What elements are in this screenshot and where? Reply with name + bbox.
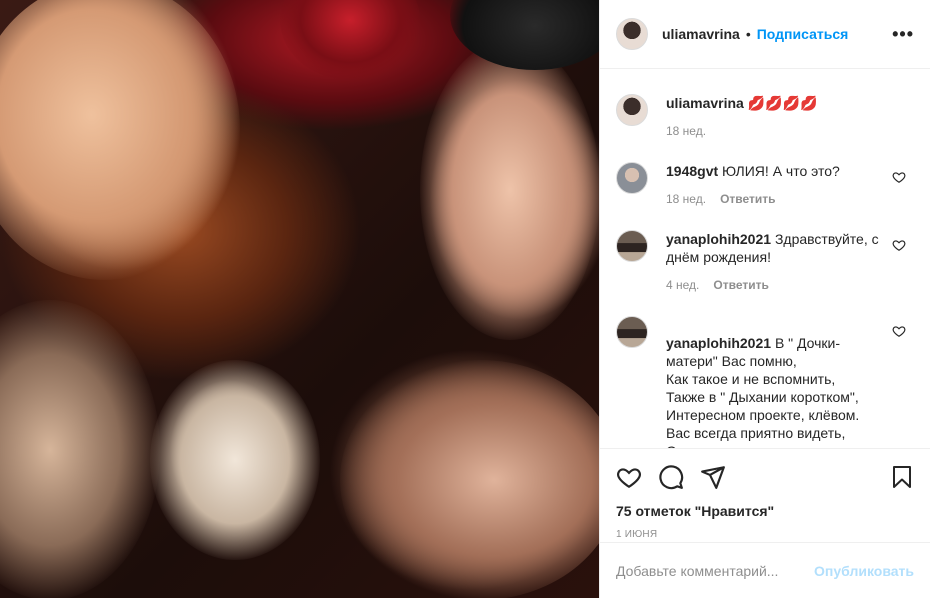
comment-text: ЮЛИЯ! А что это? bbox=[722, 163, 840, 179]
comment-input[interactable]: Добавьте комментарий... bbox=[616, 563, 814, 579]
like-heart-icon[interactable] bbox=[616, 464, 642, 490]
like-comment-heart-icon[interactable] bbox=[892, 238, 906, 252]
caption-text: 💋💋💋💋 bbox=[747, 95, 818, 111]
author-avatar[interactable] bbox=[616, 18, 648, 50]
publish-button[interactable]: Опубликовать bbox=[814, 563, 914, 579]
reply-button[interactable]: Ответить bbox=[720, 190, 775, 208]
add-comment-bar: Добавьте комментарий... Опубликовать bbox=[600, 542, 930, 598]
post-date[interactable]: 1 июня bbox=[616, 529, 914, 540]
reply-button[interactable]: Ответить bbox=[713, 276, 768, 294]
comment-time[interactable]: 4 нед. bbox=[666, 276, 699, 294]
caption-username[interactable]: uliamavrina bbox=[666, 95, 744, 111]
comments-list[interactable]: uliamavrina 💋💋💋💋 18 нед. 1948gvt ЮЛИЯ! А… bbox=[600, 70, 930, 448]
comment-item: yanaplohih2021 Здравствуйте, с днём рожд… bbox=[616, 230, 914, 294]
like-comment-heart-icon[interactable] bbox=[892, 170, 906, 184]
post-side-panel: uliamavrina • Подписаться ••• uliamavrin… bbox=[599, 0, 930, 598]
commenter-avatar[interactable] bbox=[616, 230, 648, 262]
caption-avatar[interactable] bbox=[616, 94, 648, 126]
comment-time[interactable]: 18 нед. bbox=[666, 190, 706, 208]
caption: uliamavrina 💋💋💋💋 18 нед. bbox=[616, 94, 914, 140]
comment-item: yanaplohih2021 В " Дочки-матери" Вас пом… bbox=[616, 316, 914, 448]
commenter-avatar[interactable] bbox=[616, 162, 648, 194]
post-header: uliamavrina • Подписаться ••• bbox=[600, 0, 930, 69]
commenter-username[interactable]: 1948gvt bbox=[666, 163, 718, 179]
share-paper-plane-icon[interactable] bbox=[700, 464, 726, 490]
commenter-avatar[interactable] bbox=[616, 316, 648, 348]
separator-dot: • bbox=[745, 26, 751, 42]
post-photo[interactable] bbox=[0, 0, 599, 598]
comment-item: 1948gvt ЮЛИЯ! А что это? 18 нед. Ответит… bbox=[616, 162, 914, 208]
bookmark-icon[interactable] bbox=[890, 464, 914, 490]
comment-text: В " Дочки-матери" Вас помню, Как такое и… bbox=[666, 335, 860, 448]
commenter-username[interactable]: yanaplohih2021 bbox=[666, 231, 771, 247]
post-actions: 75 отметок "Нравится" 1 июня bbox=[600, 448, 930, 540]
author-username[interactable]: uliamavrina bbox=[662, 26, 740, 42]
comment-bubble-icon[interactable] bbox=[658, 464, 684, 490]
caption-time[interactable]: 18 нед. bbox=[666, 122, 706, 140]
follow-button[interactable]: Подписаться bbox=[757, 26, 849, 42]
commenter-username[interactable]: yanaplohih2021 bbox=[666, 335, 771, 351]
likes-count[interactable]: 75 отметок "Нравится" bbox=[616, 503, 914, 519]
more-options-icon[interactable]: ••• bbox=[892, 24, 914, 45]
like-comment-heart-icon[interactable] bbox=[892, 324, 906, 338]
